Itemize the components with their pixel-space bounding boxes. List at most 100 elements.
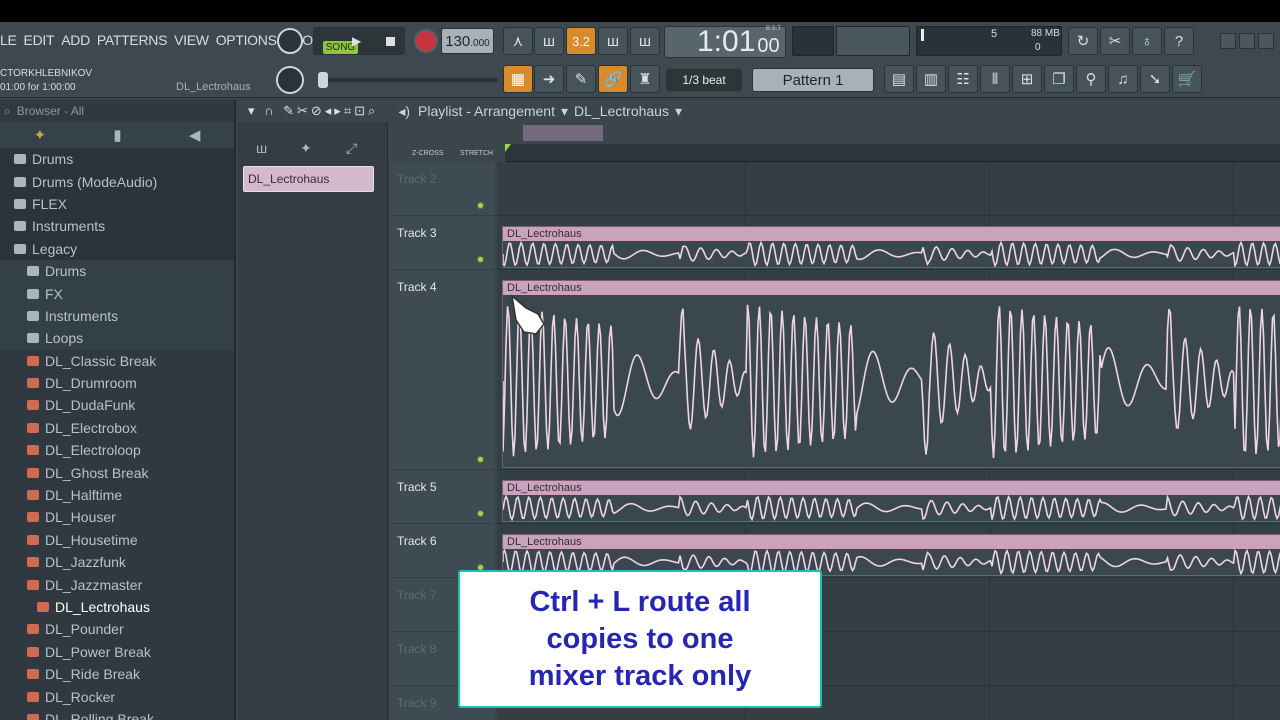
- record-button[interactable]: [414, 29, 438, 53]
- menu-item-edit[interactable]: EDIT: [24, 32, 55, 48]
- shop-icon[interactable]: 🛒: [1172, 65, 1202, 93]
- zcross-label[interactable]: Z-CROSS: [412, 150, 444, 157]
- audio-icon[interactable]: ✦: [300, 140, 312, 157]
- menu-item-patterns[interactable]: PATTERNS: [97, 32, 168, 48]
- playlist-tools[interactable]: ▾ ∩ ✎✂⊘◂▸⌗⊡⌕: [248, 103, 378, 119]
- stamp-icon[interactable]: ♜: [630, 65, 660, 93]
- search-icon[interactable]: ⌕: [4, 104, 11, 119]
- browser-file[interactable]: DL_Jazzmaster: [0, 573, 234, 595]
- slider-handle[interactable]: [318, 72, 328, 88]
- browser-folder[interactable]: FLEX: [0, 192, 234, 216]
- play-icon[interactable]: ▶: [352, 34, 361, 48]
- menu-item-view[interactable]: VIEW: [174, 32, 209, 48]
- metronome-button[interactable]: 3.2: [566, 27, 596, 55]
- clip-title-bar[interactable]: DL_Lectrohaus: [503, 281, 1280, 295]
- playhead-marker[interactable]: [505, 144, 511, 152]
- browser-file[interactable]: DL_DudaFunk: [0, 394, 234, 416]
- minimize-icon[interactable]: [1220, 33, 1236, 49]
- pages-icon[interactable]: ❐: [1044, 65, 1074, 93]
- track-mute-led[interactable]: [477, 510, 484, 517]
- wait-for-input-icon[interactable]: ш: [598, 27, 628, 55]
- audio-clip[interactable]: DL_Lectrohaus: [502, 480, 1280, 522]
- browser-folder[interactable]: Instruments: [0, 304, 234, 328]
- browser-file[interactable]: DL_Jazzfunk: [0, 551, 234, 573]
- arrow-icon[interactable]: ➜: [534, 65, 564, 93]
- typing-keyboard-icon[interactable]: ⋏: [503, 27, 533, 55]
- clip-title-bar[interactable]: DL_Lectrohaus: [503, 227, 1280, 241]
- browser-file[interactable]: DL_Lectrohaus: [0, 596, 234, 618]
- browser-file[interactable]: DL_Houser: [0, 506, 234, 528]
- browser-folder[interactable]: Instruments: [0, 215, 234, 238]
- menu-item-options[interactable]: OPTIONS: [216, 32, 277, 48]
- tempo-display[interactable]: 130.000: [441, 28, 494, 54]
- browser-folder[interactable]: Drums: [0, 148, 234, 171]
- browser-file[interactable]: DL_Electrobox: [0, 417, 234, 439]
- browser-file[interactable]: DL_Rolling Break: [0, 708, 234, 720]
- channel-rack-icon[interactable]: ▥: [916, 65, 946, 93]
- help-icon[interactable]: ?: [1164, 27, 1194, 55]
- browser-file[interactable]: DL_Electroloop: [0, 439, 234, 461]
- picker-clip[interactable]: DL_Lectrohaus: [243, 166, 374, 192]
- tools-icon[interactable]: ✂: [1100, 27, 1130, 55]
- mixer-icon[interactable]: ⫴: [980, 65, 1010, 93]
- track-lane[interactable]: [497, 162, 1280, 216]
- browser-file[interactable]: DL_Halftime: [0, 484, 234, 506]
- browser-file[interactable]: DL_Ghost Break: [0, 461, 234, 483]
- browser-file[interactable]: DL_Drumroom: [0, 372, 234, 394]
- track-header[interactable]: Track 5: [390, 470, 495, 524]
- browser-tree-icon[interactable]: ⊞: [1012, 65, 1042, 93]
- piano-roll-icon[interactable]: ▦: [503, 65, 533, 93]
- undo-icon[interactable]: ↻: [1068, 27, 1098, 55]
- position-slider[interactable]: [318, 72, 498, 88]
- step-edit-icon[interactable]: ш: [534, 27, 564, 55]
- render-icon[interactable]: ➘: [1140, 65, 1170, 93]
- browser-folder[interactable]: Drums: [0, 259, 234, 283]
- sparkle-icon[interactable]: ✦: [34, 126, 47, 144]
- track-header[interactable]: Track 4: [390, 270, 495, 470]
- file-icon[interactable]: ▮: [113, 126, 121, 144]
- browser-file[interactable]: DL_Power Break: [0, 641, 234, 663]
- browser-file[interactable]: DL_Housetime: [0, 529, 234, 551]
- playlist-icon[interactable]: ▤: [884, 65, 914, 93]
- browser-folder[interactable]: Loops: [0, 327, 234, 350]
- snap-selector[interactable]: 1/3 beat: [666, 69, 742, 91]
- track-mute-led[interactable]: [477, 202, 484, 209]
- browser-file[interactable]: DL_Classic Break: [0, 350, 234, 372]
- performance-icon[interactable]: ♫: [1108, 65, 1138, 93]
- step-sequencer-icon[interactable]: ☷: [948, 65, 978, 93]
- countdown-icon[interactable]: ш: [630, 27, 660, 55]
- timeline-ruler[interactable]: [505, 144, 1280, 162]
- browser-file[interactable]: DL_Rocker: [0, 685, 234, 707]
- automation-icon[interactable]: ⤢: [346, 140, 357, 157]
- link-icon[interactable]: 🔗: [598, 65, 628, 93]
- speaker-icon[interactable]: ◀: [189, 126, 201, 144]
- browser-file[interactable]: DL_Ride Break: [0, 663, 234, 685]
- stretch-label[interactable]: STRETCH: [460, 150, 493, 157]
- overview-scroll-handle[interactable]: [523, 125, 603, 141]
- pattern-selector[interactable]: Pattern 1: [752, 68, 874, 92]
- clip-title-bar[interactable]: DL_Lectrohaus: [503, 535, 1280, 549]
- picker-icon[interactable]: ш: [256, 140, 267, 156]
- track-lane[interactable]: DL_Lectrohaus: [497, 216, 1280, 270]
- browser-folder[interactable]: FX: [0, 282, 234, 305]
- plugin-icon[interactable]: ⚲: [1076, 65, 1106, 93]
- clip-title-bar[interactable]: DL_Lectrohaus: [503, 481, 1280, 495]
- close-icon[interactable]: [1258, 33, 1274, 49]
- pencil-icon[interactable]: ✎: [566, 65, 596, 93]
- track-mute-led[interactable]: [477, 456, 484, 463]
- menu-item-le[interactable]: LE: [0, 32, 17, 48]
- track-lane[interactable]: DL_Lectrohaus: [497, 470, 1280, 524]
- master-pitch-knob[interactable]: [276, 66, 304, 94]
- master-volume-knob[interactable]: [277, 28, 303, 54]
- browser-folder[interactable]: Legacy: [0, 237, 234, 260]
- track-lane[interactable]: DL_Lectrohaus: [497, 270, 1280, 470]
- track-mute-led[interactable]: [477, 256, 484, 263]
- track-header[interactable]: Track 2: [390, 162, 495, 216]
- maximize-icon[interactable]: [1239, 33, 1255, 49]
- browser-file[interactable]: DL_Pounder: [0, 618, 234, 640]
- audio-clip[interactable]: DL_Lectrohaus: [502, 226, 1280, 268]
- audio-clip[interactable]: DL_Lectrohaus: [502, 280, 1280, 468]
- microphone-icon[interactable]: ♁: [1132, 27, 1162, 55]
- menu-item-add[interactable]: ADD: [61, 32, 90, 48]
- browser-folder[interactable]: Drums (ModeAudio): [0, 170, 234, 193]
